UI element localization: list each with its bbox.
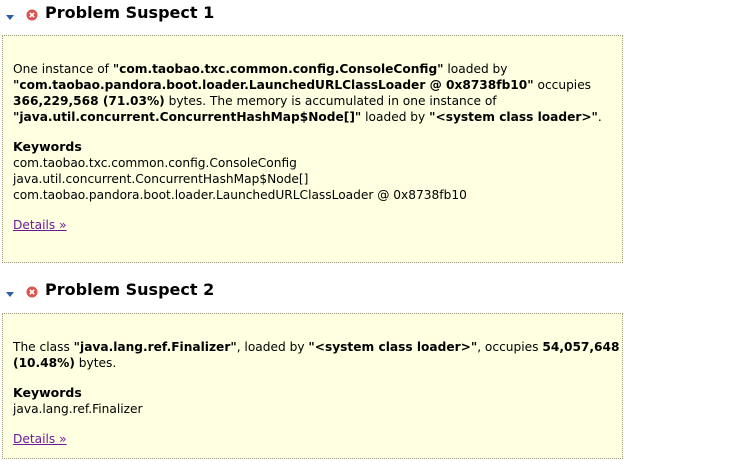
desc-text: loaded by xyxy=(361,110,430,124)
desc-bold: "java.lang.ref.Finalizer" xyxy=(73,340,237,354)
desc-text: One instance of xyxy=(13,62,113,76)
desc-text: loaded by xyxy=(443,62,508,76)
details-link[interactable]: Details » xyxy=(13,218,67,232)
desc-text: . xyxy=(597,110,602,124)
description: One instance of "com.taobao.txc.common.c… xyxy=(13,61,622,125)
section-title: Problem Suspect 1 xyxy=(45,2,215,22)
error-icon xyxy=(26,283,38,298)
suspect1-box: One instance of "com.taobao.txc.common.c… xyxy=(2,35,623,263)
keywords-heading: Keywords xyxy=(13,385,82,400)
suspect2-header: Problem Suspect 2 xyxy=(0,277,214,301)
desc-text: bytes. The memory is accumulated in one … xyxy=(164,94,497,108)
details-link[interactable]: Details » xyxy=(13,432,67,446)
suspect2-box: The class "java.lang.ref.Finalizer", loa… xyxy=(2,313,623,459)
desc-bold: "com.taobao.pandora.boot.loader.Launched… xyxy=(13,78,534,92)
keyword-item: java.util.concurrent.ConcurrentHashMap$N… xyxy=(13,172,309,186)
desc-bold: "com.taobao.txc.common.config.ConsoleCon… xyxy=(112,62,444,76)
keyword-item: com.taobao.pandora.boot.loader.LaunchedU… xyxy=(13,188,467,202)
desc-text: , loaded by xyxy=(236,340,309,354)
desc-text: occupies xyxy=(533,78,592,92)
description: The class "java.lang.ref.Finalizer", loa… xyxy=(13,339,622,371)
desc-text: , occupies xyxy=(477,340,543,354)
desc-bold: "java.util.concurrent.ConcurrentHashMap$… xyxy=(13,110,362,124)
desc-text: The class xyxy=(13,340,74,354)
keyword-item: com.taobao.txc.common.config.ConsoleConf… xyxy=(13,156,297,170)
error-icon xyxy=(26,6,38,21)
keywords-heading: Keywords xyxy=(13,139,82,154)
suspect1-header: Problem Suspect 1 xyxy=(0,0,214,24)
chevron-down-icon[interactable] xyxy=(5,284,15,297)
desc-bold: "<system class loader>" xyxy=(429,110,598,124)
desc-text: bytes. xyxy=(74,356,117,370)
section-title: Problem Suspect 2 xyxy=(45,279,215,299)
desc-bold: "<system class loader>" xyxy=(308,340,478,354)
chevron-down-icon[interactable] xyxy=(5,7,15,20)
keyword-item: java.lang.ref.Finalizer xyxy=(13,402,143,416)
desc-bold: 366,229,568 (71.03%) xyxy=(13,94,165,108)
